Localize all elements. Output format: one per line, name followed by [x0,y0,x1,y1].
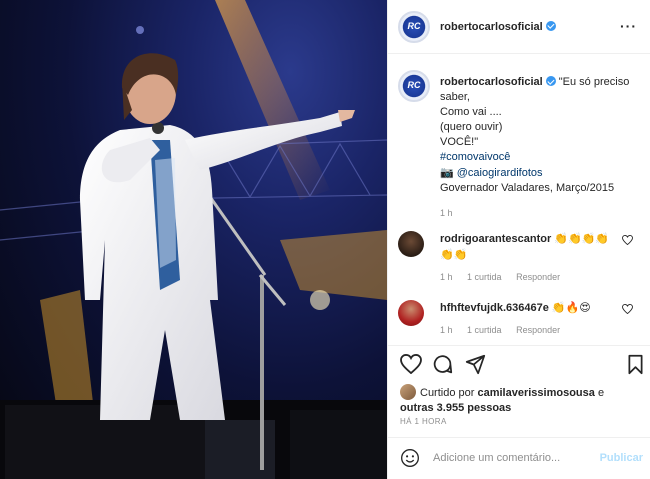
more-options-icon[interactable]: ··· [620,18,637,34]
comment-text: 👏🔥😍 [551,301,591,314]
comment-body: rodrigoarantescantor 👏👏👏👏👏👏 1 h 1 curtid… [440,231,620,285]
comment-likes[interactable]: 1 curtida [467,325,502,335]
save-bookmark-icon[interactable] [627,354,644,375]
posted-time[interactable]: HÁ 1 HORA [400,417,447,426]
mention-link[interactable]: @caiogirardifotos [457,167,543,179]
caption-text: robertocarlosoficial "Eu só preciso sabe… [440,75,645,221]
share-paper-plane-icon[interactable] [465,354,486,375]
camera-icon: 📷 [440,166,454,179]
reply-button[interactable]: Responder [516,325,560,335]
post-photo[interactable] [0,0,387,479]
publish-button[interactable]: Publicar [600,452,643,464]
concert-photo-illustration [0,0,387,479]
liker-avatar[interactable] [400,384,416,400]
comment-time[interactable]: 1 h [440,272,453,282]
caption-line: VOCÊ!" [440,136,479,148]
add-comment-bar: Adicione um comentário... Publicar [388,437,650,479]
like-heart-icon[interactable] [400,354,422,374]
caption-location-date: Governador Valadares, Março/2015 [440,182,615,194]
hashtag-link[interactable]: #comovaivocê [440,150,645,165]
caption-line: saber, [440,91,470,103]
comment-likes[interactable]: 1 curtida [467,272,502,282]
author-avatar[interactable] [398,10,430,43]
comment-meta: 1 h 1 curtida Responder [440,270,620,285]
like-comment-heart-icon[interactable] [622,235,633,245]
caption-username[interactable]: robertocarlosoficial [440,76,543,88]
liker-username[interactable]: camilaverissimosousa [477,387,594,399]
comment-meta: 1 h 1 curtida Responder [440,323,620,338]
caption-time[interactable]: 1 h [440,206,645,221]
caption-avatar[interactable] [398,70,430,102]
reply-button[interactable]: Responder [516,272,560,282]
verified-badge-icon [545,20,556,31]
verified-badge-icon [545,76,556,86]
commenter-avatar[interactable] [398,300,424,326]
emoji-smile-icon[interactable] [400,448,420,468]
post-side-panel: robertocarlosoficial ··· robertocarlosof… [387,0,650,479]
commenter-avatar[interactable] [398,231,424,257]
comment-body: hfhftevfujdk.636467e 👏🔥😍 1 h 1 curtida R… [440,300,620,338]
likes-summary: Curtido por camilaverissimosousa e outra… [400,384,640,416]
commenter-username[interactable]: hfhftevfujdk.636467e [440,302,549,314]
comment-bubble-icon[interactable] [432,354,453,375]
caption-line: (quero ouvir) [440,121,503,133]
post-header: robertocarlosoficial ··· [388,0,650,54]
caption-line: Como vai .... [440,106,502,118]
like-comment-heart-icon[interactable] [622,304,633,314]
likes-conj: e [597,387,605,399]
likes-prefix: Curtido por [420,387,475,399]
comment-time[interactable]: 1 h [440,325,453,335]
author-username[interactable]: robertocarlosoficial [440,20,556,33]
commenter-username[interactable]: rodrigoarantescantor [440,233,551,245]
likes-others-link[interactable]: outras 3.955 pessoas [400,402,511,414]
header-username[interactable]: robertocarlosoficial [440,21,543,33]
caption-line: "Eu só preciso [558,76,630,88]
comment-input[interactable]: Adicione um comentário... [433,452,560,464]
